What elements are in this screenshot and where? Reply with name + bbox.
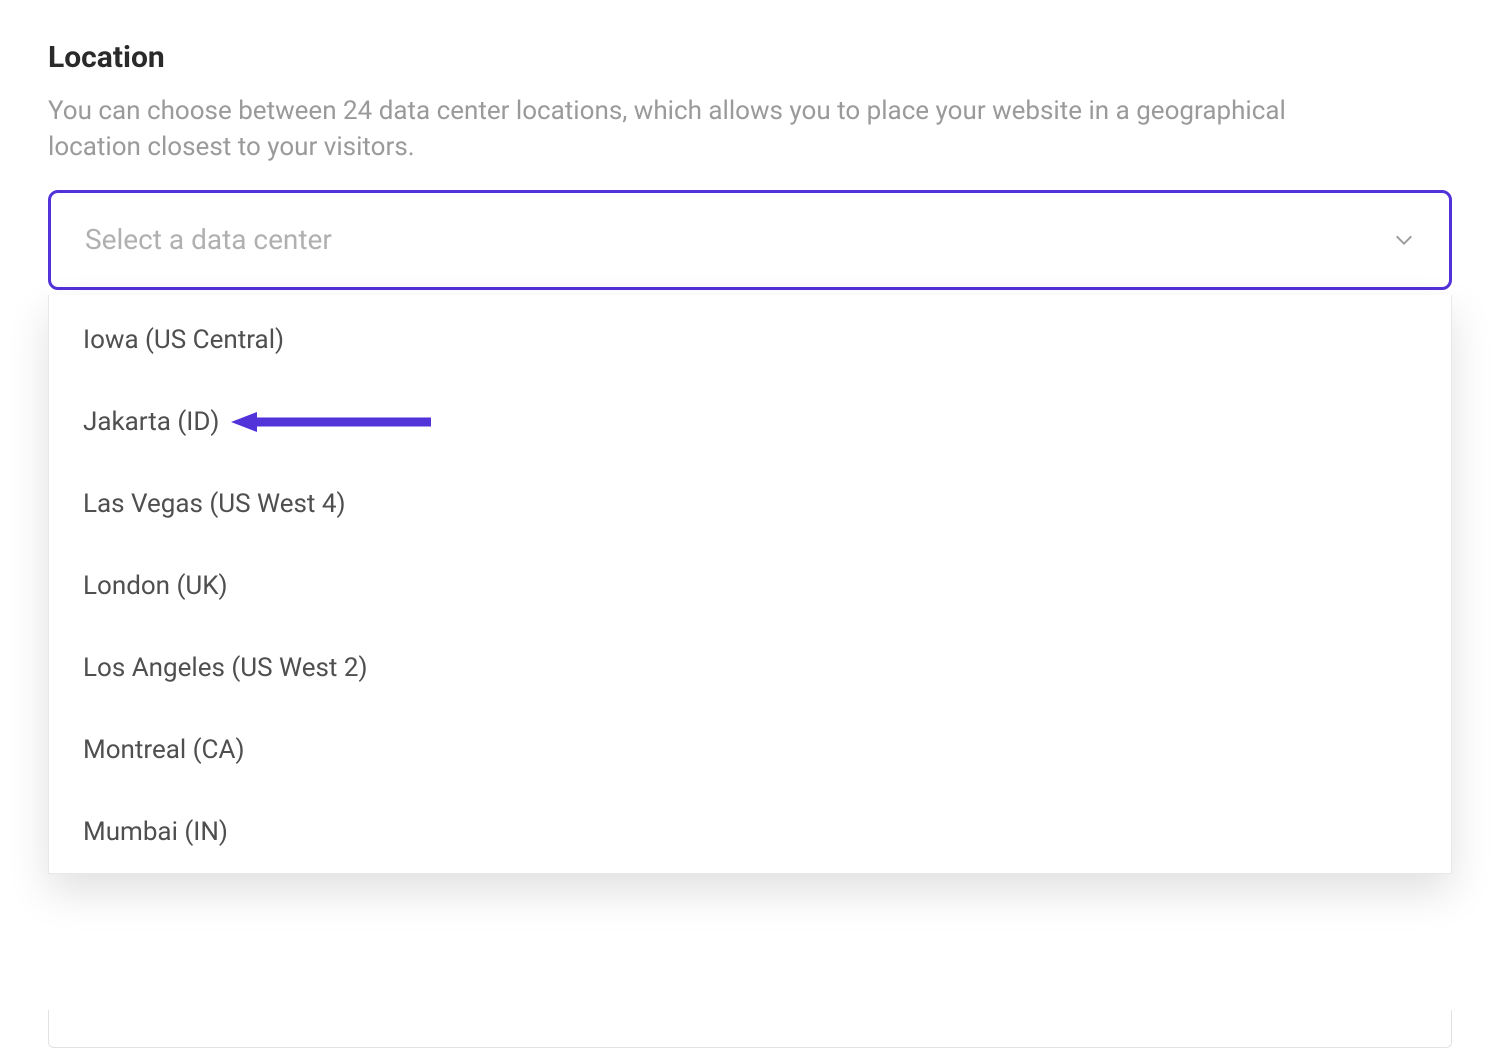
section-heading: Location — [48, 40, 1452, 75]
option-label: Mumbai (IN) — [83, 817, 228, 847]
option-label: Las Vegas (US West 4) — [83, 489, 346, 519]
dropdown-option[interactable]: Jakarta (ID) — [49, 381, 1451, 463]
select-placeholder: Select a data center — [85, 223, 332, 256]
option-label: Jakarta (ID) — [83, 407, 219, 437]
chevron-down-icon — [1393, 229, 1415, 251]
option-label: London (UK) — [83, 571, 228, 601]
data-center-select-wrapper: Select a data center Iowa (US Central)Ja… — [48, 190, 1452, 290]
option-label: Los Angeles (US West 2) — [83, 653, 368, 683]
dropdown-option[interactable]: Los Angeles (US West 2) — [49, 627, 1451, 709]
option-label: Montreal (CA) — [83, 735, 245, 765]
dropdown-option[interactable]: Las Vegas (US West 4) — [49, 463, 1451, 545]
dropdown-option[interactable]: Montreal (CA) — [49, 709, 1451, 791]
dropdown-option[interactable]: Iowa (US Central) — [49, 299, 1451, 381]
background-card-edge — [48, 1010, 1452, 1048]
section-description: You can choose between 24 data center lo… — [48, 93, 1328, 166]
option-label: Iowa (US Central) — [83, 325, 284, 355]
dropdown-option[interactable]: London (UK) — [49, 545, 1451, 627]
data-center-select[interactable]: Select a data center — [48, 190, 1452, 290]
arrow-left-icon — [231, 410, 431, 434]
dropdown-option[interactable]: Mumbai (IN) — [49, 791, 1451, 873]
data-center-dropdown: Iowa (US Central) Jakarta (ID) Las Vegas (… — [48, 295, 1452, 874]
